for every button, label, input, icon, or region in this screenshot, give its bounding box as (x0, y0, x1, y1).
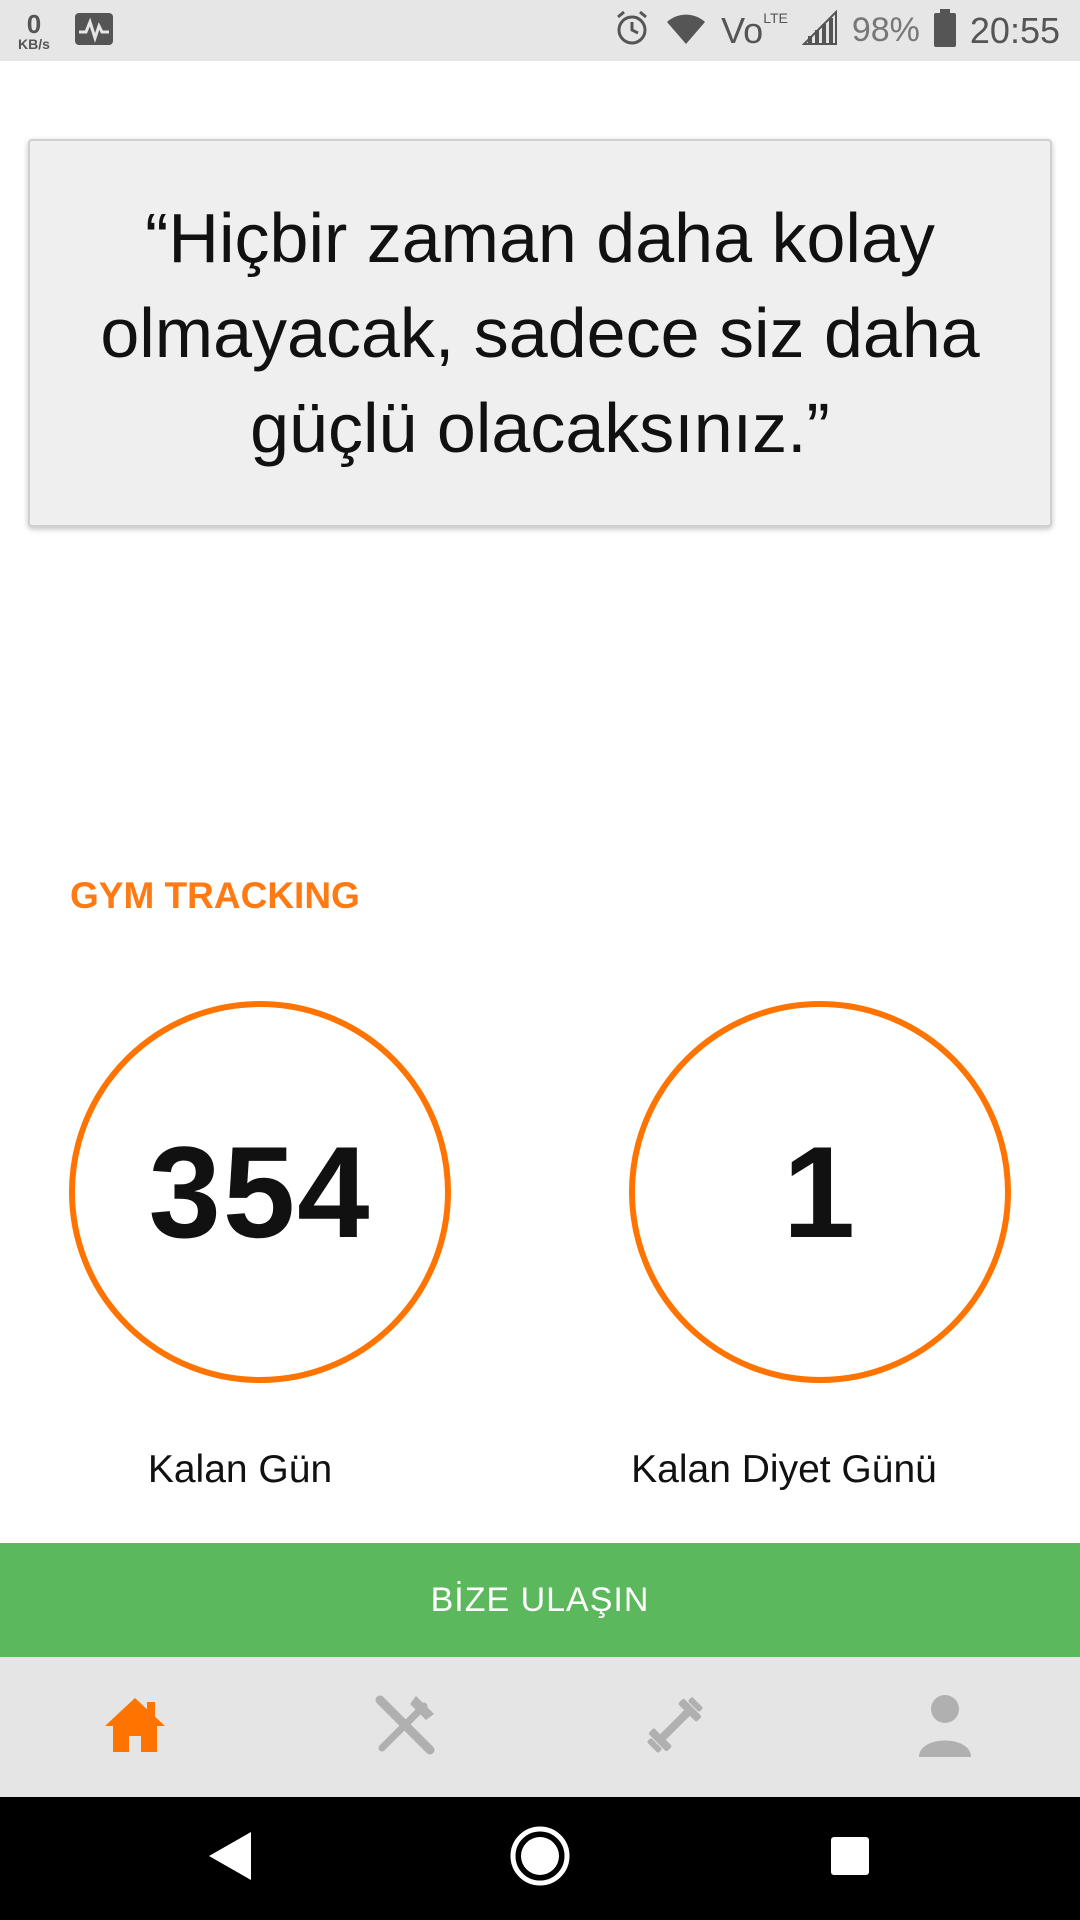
battery-percent: 98% (851, 11, 920, 49)
dumbbell-icon (642, 1692, 708, 1763)
status-bar: 0 KB/s VoLTE 98% 20:55 (0, 0, 1080, 61)
volte-label: Vo (721, 9, 764, 51)
remaining-days-value: 354 (148, 1119, 372, 1265)
network-speed-unit: KB/s (18, 36, 50, 52)
home-icon (103, 1696, 167, 1759)
system-nav-bar (0, 1797, 1080, 1920)
signal-icon (801, 9, 838, 51)
remaining-diet-days-label: Kalan Diyet Günü (631, 1448, 937, 1491)
bottom-nav (0, 1657, 1080, 1797)
nav-item-home[interactable] (0, 1657, 270, 1797)
nav-item-diet[interactable] (270, 1657, 540, 1797)
nav-item-profile[interactable] (810, 1657, 1080, 1797)
remaining-days-ring: 354 (69, 1001, 451, 1383)
network-speed: 0 KB/s (18, 11, 50, 51)
recents-button[interactable] (790, 1797, 910, 1920)
lte-label: LTE (763, 9, 788, 26)
remaining-diet-days-value: 1 (782, 1119, 858, 1265)
section-title: GYM TRACKING (70, 875, 360, 916)
fork-knife-icon (372, 1692, 438, 1763)
clock: 20:55 (969, 9, 1060, 51)
volte-indicator: VoLTE (721, 10, 788, 52)
back-button[interactable] (170, 1797, 290, 1920)
nav-item-workout[interactable] (540, 1657, 810, 1797)
home-button[interactable] (480, 1797, 600, 1920)
person-icon (917, 1693, 973, 1762)
back-icon (207, 1830, 253, 1887)
remaining-diet-days-ring: 1 (629, 1001, 1011, 1383)
wifi-icon (665, 10, 707, 51)
contact-us-button[interactable]: BİZE ULAŞIN (0, 1543, 1080, 1657)
square-icon (830, 1836, 870, 1881)
alarm-icon (613, 9, 651, 52)
status-left: 0 KB/s (18, 6, 114, 56)
quote-text: “Hiçbir zaman daha kolay olmayacak, sade… (100, 198, 980, 467)
quote-card: “Hiçbir zaman daha kolay olmayacak, sade… (28, 139, 1052, 527)
status-right: VoLTE 98% 20:55 (613, 0, 1060, 61)
activity-icon (74, 12, 114, 51)
battery-icon (933, 9, 956, 52)
circle-home-icon (509, 1825, 571, 1892)
network-speed-value: 0 (26, 9, 42, 39)
remaining-days-label: Kalan Gün (147, 1448, 333, 1491)
